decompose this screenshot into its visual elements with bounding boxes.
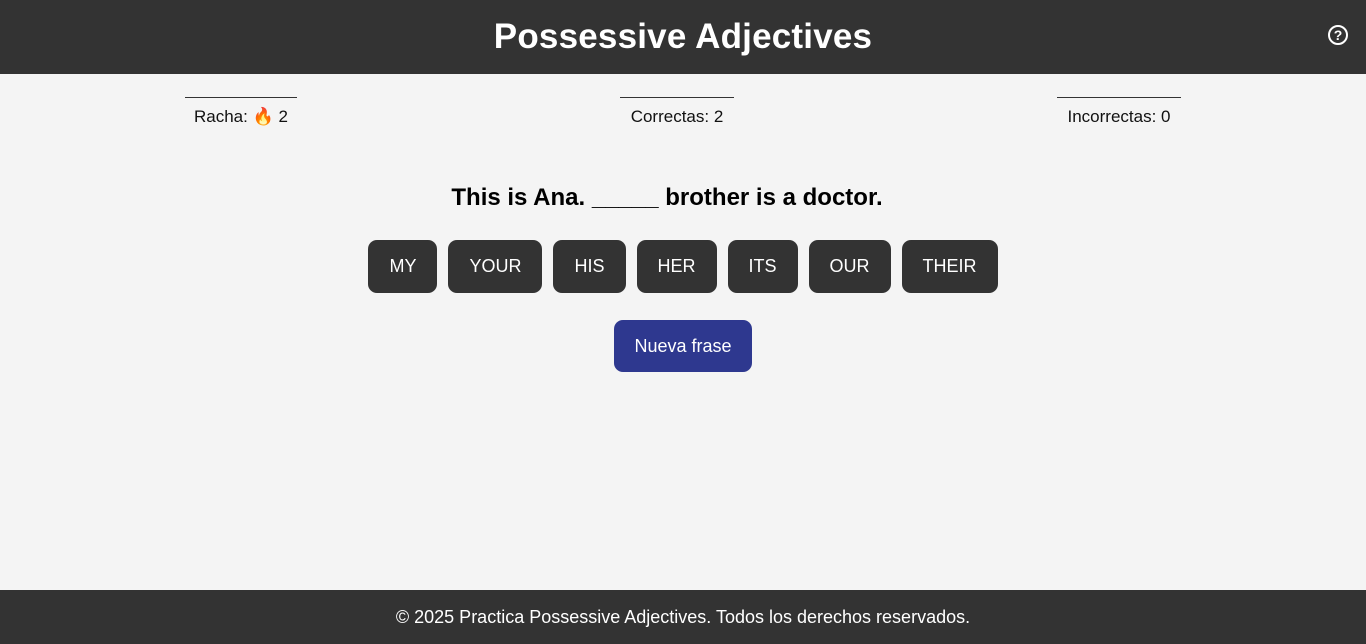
option-his-button[interactable]: HIS <box>553 240 626 293</box>
question-circle-icon: ? <box>1333 27 1343 43</box>
option-your-button[interactable]: YOUR <box>448 240 543 293</box>
option-my-button[interactable]: MY <box>368 240 438 293</box>
incorrect-text: Incorrectas: 0 <box>1067 107 1171 126</box>
app-header: Possessive Adjectives ? <box>0 0 1366 74</box>
correct-counter: Correctas: 2 <box>620 97 734 127</box>
answer-options: MY YOUR HIS HER ITS OUR THEIR <box>0 240 1366 293</box>
streak-counter: Racha: 🔥 2 <box>185 97 297 127</box>
page-title: Possessive Adjectives <box>493 17 873 56</box>
new-sentence-button[interactable]: Nueva frase <box>614 320 752 372</box>
footer-copyright: © 2025 Practica Possessive Adjectives. T… <box>395 606 971 627</box>
streak-label: Racha: <box>194 107 248 126</box>
option-her-button[interactable]: HER <box>636 240 717 293</box>
correct-text: Correctas: 2 <box>630 107 724 126</box>
streak-value: 2 <box>278 107 288 126</box>
help-button[interactable]: ? <box>1328 25 1348 45</box>
option-their-button[interactable]: THEIR <box>901 240 998 293</box>
option-our-button[interactable]: OUR <box>808 240 891 293</box>
incorrect-counter: Incorrectas: 0 <box>1057 97 1181 127</box>
page-footer: © 2025 Practica Possessive Adjectives. T… <box>0 590 1366 644</box>
exercise-sentence: This is Ana. _____ brother is a doctor. <box>451 184 883 211</box>
fire-icon: 🔥 <box>252 107 274 126</box>
option-its-button[interactable]: ITS <box>727 240 798 293</box>
